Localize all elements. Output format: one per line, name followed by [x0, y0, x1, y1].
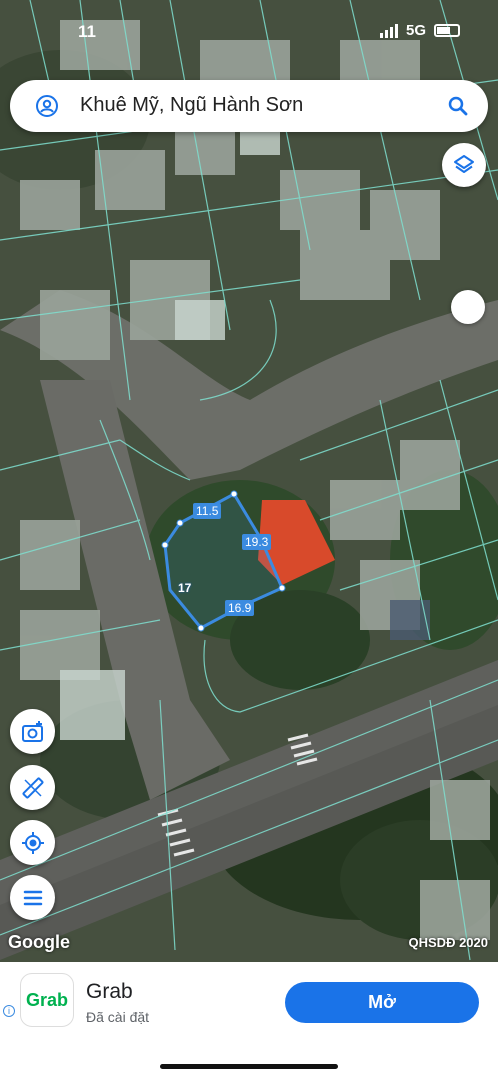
satellite-map[interactable]: 11.5 19.3 17 16.9 Google QHSDĐ 2020 [0, 0, 498, 962]
ad-app-name: Grab [86, 980, 133, 1003]
my-location-icon [21, 831, 44, 854]
network-label: 5G [405, 22, 426, 39]
ad-install-status: Đã cài đặt [86, 1009, 150, 1025]
search-input[interactable]: Khuê Mỹ, Ngũ Hành Sơn [80, 94, 303, 117]
status-indicators: 5G [379, 22, 460, 39]
layers-icon [454, 155, 474, 173]
home-indicator[interactable] [160, 1064, 338, 1069]
measure-label-bottom: 16.9 [225, 600, 255, 616]
menu-icon [23, 890, 42, 905]
grab-logo-text: Grab [25, 989, 68, 1010]
signal-icon [379, 23, 398, 38]
measure-label-top: 11.5 [193, 503, 222, 519]
ruler-icon [22, 777, 43, 798]
satellite-imagery [0, 0, 498, 962]
ad-info-icon[interactable]: i [3, 1005, 15, 1017]
battery-icon [434, 24, 460, 37]
measure-button[interactable] [10, 765, 55, 810]
camera-add-icon [21, 720, 43, 742]
google-logo: Google [8, 932, 70, 952]
measure-label-left: 17 [178, 581, 192, 595]
open-app-button[interactable]: Mở [285, 982, 479, 1023]
layers-button[interactable] [442, 143, 486, 187]
search-icon[interactable] [446, 94, 470, 118]
user-icon[interactable] [35, 94, 59, 118]
grab-app-icon[interactable]: Grab [20, 973, 74, 1027]
screenshot-button[interactable] [10, 709, 55, 754]
search-bar[interactable]: Khuê Mỹ, Ngũ Hành Sơn [10, 80, 488, 132]
navigation-area [0, 1042, 498, 1080]
status-bar: 11 5G [0, 0, 498, 62]
my-location-button[interactable] [10, 820, 55, 865]
compass-button[interactable] [451, 290, 485, 324]
menu-button[interactable] [10, 875, 55, 920]
measure-label-right: 19.3 [242, 534, 272, 550]
status-time: 11 [78, 22, 96, 41]
map-credit: QHSDĐ 2020 [408, 935, 488, 950]
